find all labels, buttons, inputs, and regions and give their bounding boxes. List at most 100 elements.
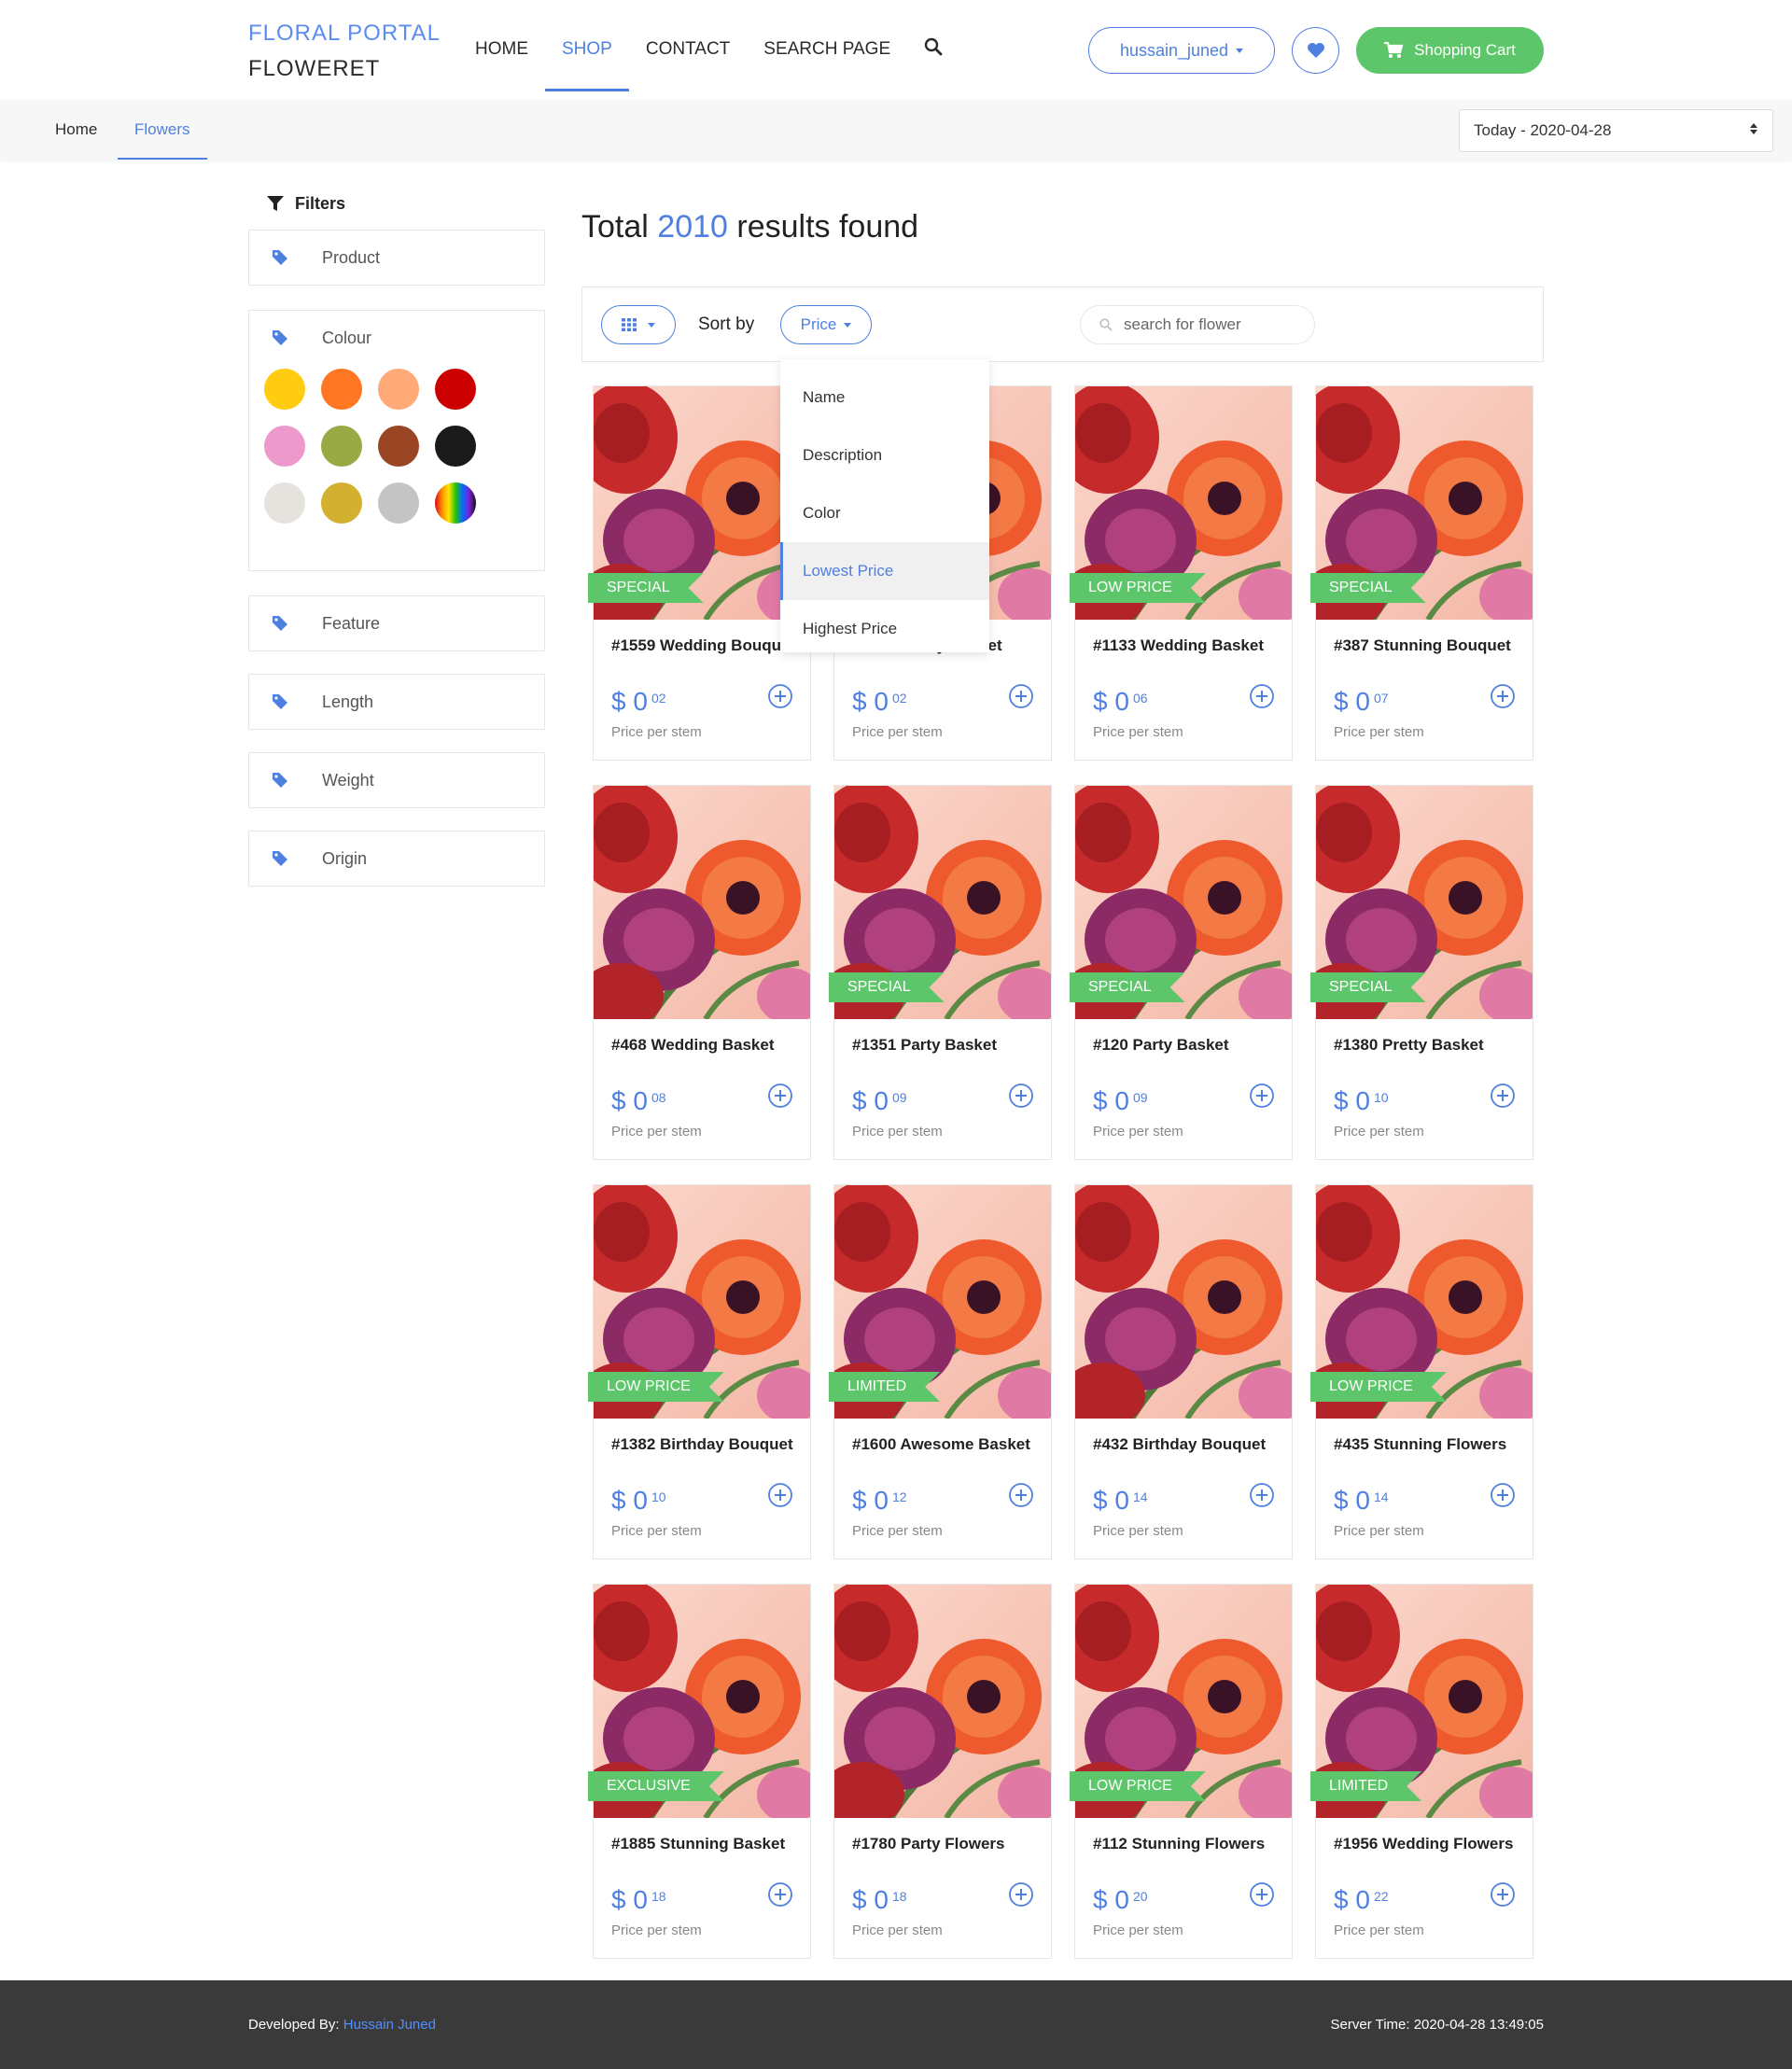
product-title[interactable]: #1380 Pretty Basket [1334,1036,1520,1055]
product-title[interactable]: #1133 Wedding Basket [1093,636,1280,655]
brand-logo[interactable]: FLORAL PORTAL FLOWERET [248,21,441,82]
price-cents: 02 [651,691,666,706]
product-card[interactable]: #432 Birthday Bouquet $ 0 14 Price per stem [1074,1184,1293,1559]
product-card[interactable]: LIMITED #1600 Awesome Basket $ 0 12 Price pe… [833,1184,1052,1559]
colour-swatch[interactable] [378,426,419,467]
filter-length[interactable]: Length [248,674,545,730]
add-to-cart-icon[interactable] [767,1482,793,1508]
sort-option-name[interactable]: Name [780,369,989,426]
product-card[interactable]: LOW PRICE #1382 Birthday Bouquet $ 0 10 Pric… [593,1184,811,1559]
product-title[interactable]: #1559 Wedding Bouquet [611,636,798,655]
nav-home[interactable]: HOME [458,0,545,93]
add-to-cart-icon[interactable] [1008,1083,1034,1109]
colour-swatch[interactable] [435,369,476,410]
filter-origin[interactable]: Origin [248,831,545,887]
filter-product[interactable]: Product [248,230,545,286]
colour-swatch[interactable] [321,369,362,410]
product-title[interactable]: #1382 Birthday Bouquet [611,1435,798,1454]
filter-colour-header[interactable]: Colour [249,311,544,365]
price-whole: 0 [633,1486,648,1515]
product-title[interactable]: #435 Stunning Flowers [1334,1435,1520,1454]
colour-swatch[interactable] [321,482,362,524]
colour-swatch[interactable] [378,482,419,524]
product-card[interactable]: #1780 Party Flowers $ 0 18 Price per stem [833,1584,1052,1959]
product-card[interactable]: LOW PRICE #112 Stunning Flowers $ 0 20 Price… [1074,1584,1293,1959]
flower-image[interactable] [834,1585,1051,1818]
view-mode-button[interactable] [601,305,676,344]
colour-swatch[interactable] [264,426,305,467]
colour-swatch[interactable] [264,369,305,410]
colour-swatch[interactable] [435,482,476,524]
sort-by-label: Sort by [698,315,755,334]
add-to-cart-icon[interactable] [1490,1881,1516,1908]
colour-swatch[interactable] [264,482,305,524]
filter-product-label: Product [322,247,381,267]
colour-swatch[interactable] [378,369,419,410]
product-title[interactable]: #468 Wedding Basket [611,1036,798,1055]
add-to-cart-icon[interactable] [767,1881,793,1908]
price-note: Price per stem [1093,724,1183,740]
product-title[interactable]: #1956 Wedding Flowers [1334,1835,1520,1853]
product-title[interactable]: #1885 Stunning Basket [611,1835,798,1853]
sort-option-description[interactable]: Description [780,426,989,484]
nav-contact[interactable]: CONTACT [629,0,747,93]
add-to-cart-icon[interactable] [1490,1482,1516,1508]
product-title[interactable]: #1351 Party Basket [852,1036,1039,1055]
filter-weight[interactable]: Weight [248,752,545,808]
results-suffix: results found [736,209,919,245]
search-input[interactable] [1124,315,1292,334]
filter-feature[interactable]: Feature [248,595,545,651]
sort-option-color[interactable]: Color [780,484,989,542]
nav-search-page[interactable]: SEARCH PAGE [747,0,907,93]
add-to-cart-icon[interactable] [767,1083,793,1109]
product-card[interactable]: SPECIAL #1559 Wedding Bouquet $ 0 02 Price p… [593,385,811,761]
product-card[interactable]: LOW PRICE #1133 Wedding Basket $ 0 06 Price … [1074,385,1293,761]
product-title[interactable]: #1780 Party Flowers [852,1835,1039,1853]
add-to-cart-icon[interactable] [767,683,793,709]
product-card[interactable]: SPECIAL #387 Stunning Bouquet $ 0 07 Price p… [1315,385,1533,761]
price-cents: 10 [1373,1090,1389,1105]
price-whole: 0 [1355,1486,1370,1515]
nav-shop[interactable]: SHOP [545,0,629,93]
add-to-cart-icon[interactable] [1249,1083,1275,1109]
product-card[interactable]: #468 Wedding Basket $ 0 08 Price per stem [593,785,811,1160]
wishlist-button[interactable] [1292,27,1339,74]
add-to-cart-icon[interactable] [1249,683,1275,709]
filters-title: Filters [295,193,346,213]
add-to-cart-icon[interactable] [1490,1083,1516,1109]
price-cents: 14 [1132,1489,1148,1504]
product-title[interactable]: #120 Party Basket [1093,1036,1280,1055]
flower-image[interactable] [594,786,810,1019]
colour-swatch[interactable] [321,426,362,467]
breadcrumb-flowers[interactable]: Flowers [118,100,206,160]
flower-image[interactable] [1075,1185,1292,1419]
product-grid: SPECIAL #1559 Wedding Bouquet $ 0 02 Price p… [593,385,1533,1959]
search-icon[interactable] [907,0,959,93]
developer-link[interactable]: Hussain Juned [343,2017,436,2033]
breadcrumb-home[interactable]: Home [55,100,97,160]
colour-swatch[interactable] [435,426,476,467]
price-currency: $ [1093,1086,1108,1115]
add-to-cart-icon[interactable] [1008,683,1034,709]
product-card[interactable]: LIMITED #1956 Wedding Flowers $ 0 22 Price p… [1315,1584,1533,1959]
product-title[interactable]: #432 Birthday Bouquet [1093,1435,1280,1454]
product-card[interactable]: SPECIAL #120 Party Basket $ 0 09 Price per s… [1074,785,1293,1160]
shopping-cart-button[interactable]: Shopping Cart [1356,27,1544,74]
sort-dropdown-button[interactable]: Price [780,305,872,344]
add-to-cart-icon[interactable] [1008,1881,1034,1908]
add-to-cart-icon[interactable] [1008,1482,1034,1508]
sort-option-highest-price[interactable]: Highest Price [780,600,989,658]
add-to-cart-icon[interactable] [1249,1482,1275,1508]
date-select[interactable]: Today - 2020-04-28 [1459,109,1773,152]
sort-option-lowest-price[interactable]: Lowest Price [780,542,989,600]
product-title[interactable]: #387 Stunning Bouquet [1334,636,1520,655]
product-title[interactable]: #112 Stunning Flowers [1093,1835,1280,1853]
product-card[interactable]: SPECIAL #1351 Party Basket $ 0 09 Price per … [833,785,1052,1160]
product-card[interactable]: LOW PRICE #435 Stunning Flowers $ 0 14 Price… [1315,1184,1533,1559]
product-card[interactable]: EXCLUSIVE #1885 Stunning Basket $ 0 18 Price… [593,1584,811,1959]
add-to-cart-icon[interactable] [1249,1881,1275,1908]
product-title[interactable]: #1600 Awesome Basket [852,1435,1039,1454]
user-menu-button[interactable]: hussain_juned [1088,27,1275,74]
add-to-cart-icon[interactable] [1490,683,1516,709]
product-card[interactable]: SPECIAL #1380 Pretty Basket $ 0 10 Price per… [1315,785,1533,1160]
